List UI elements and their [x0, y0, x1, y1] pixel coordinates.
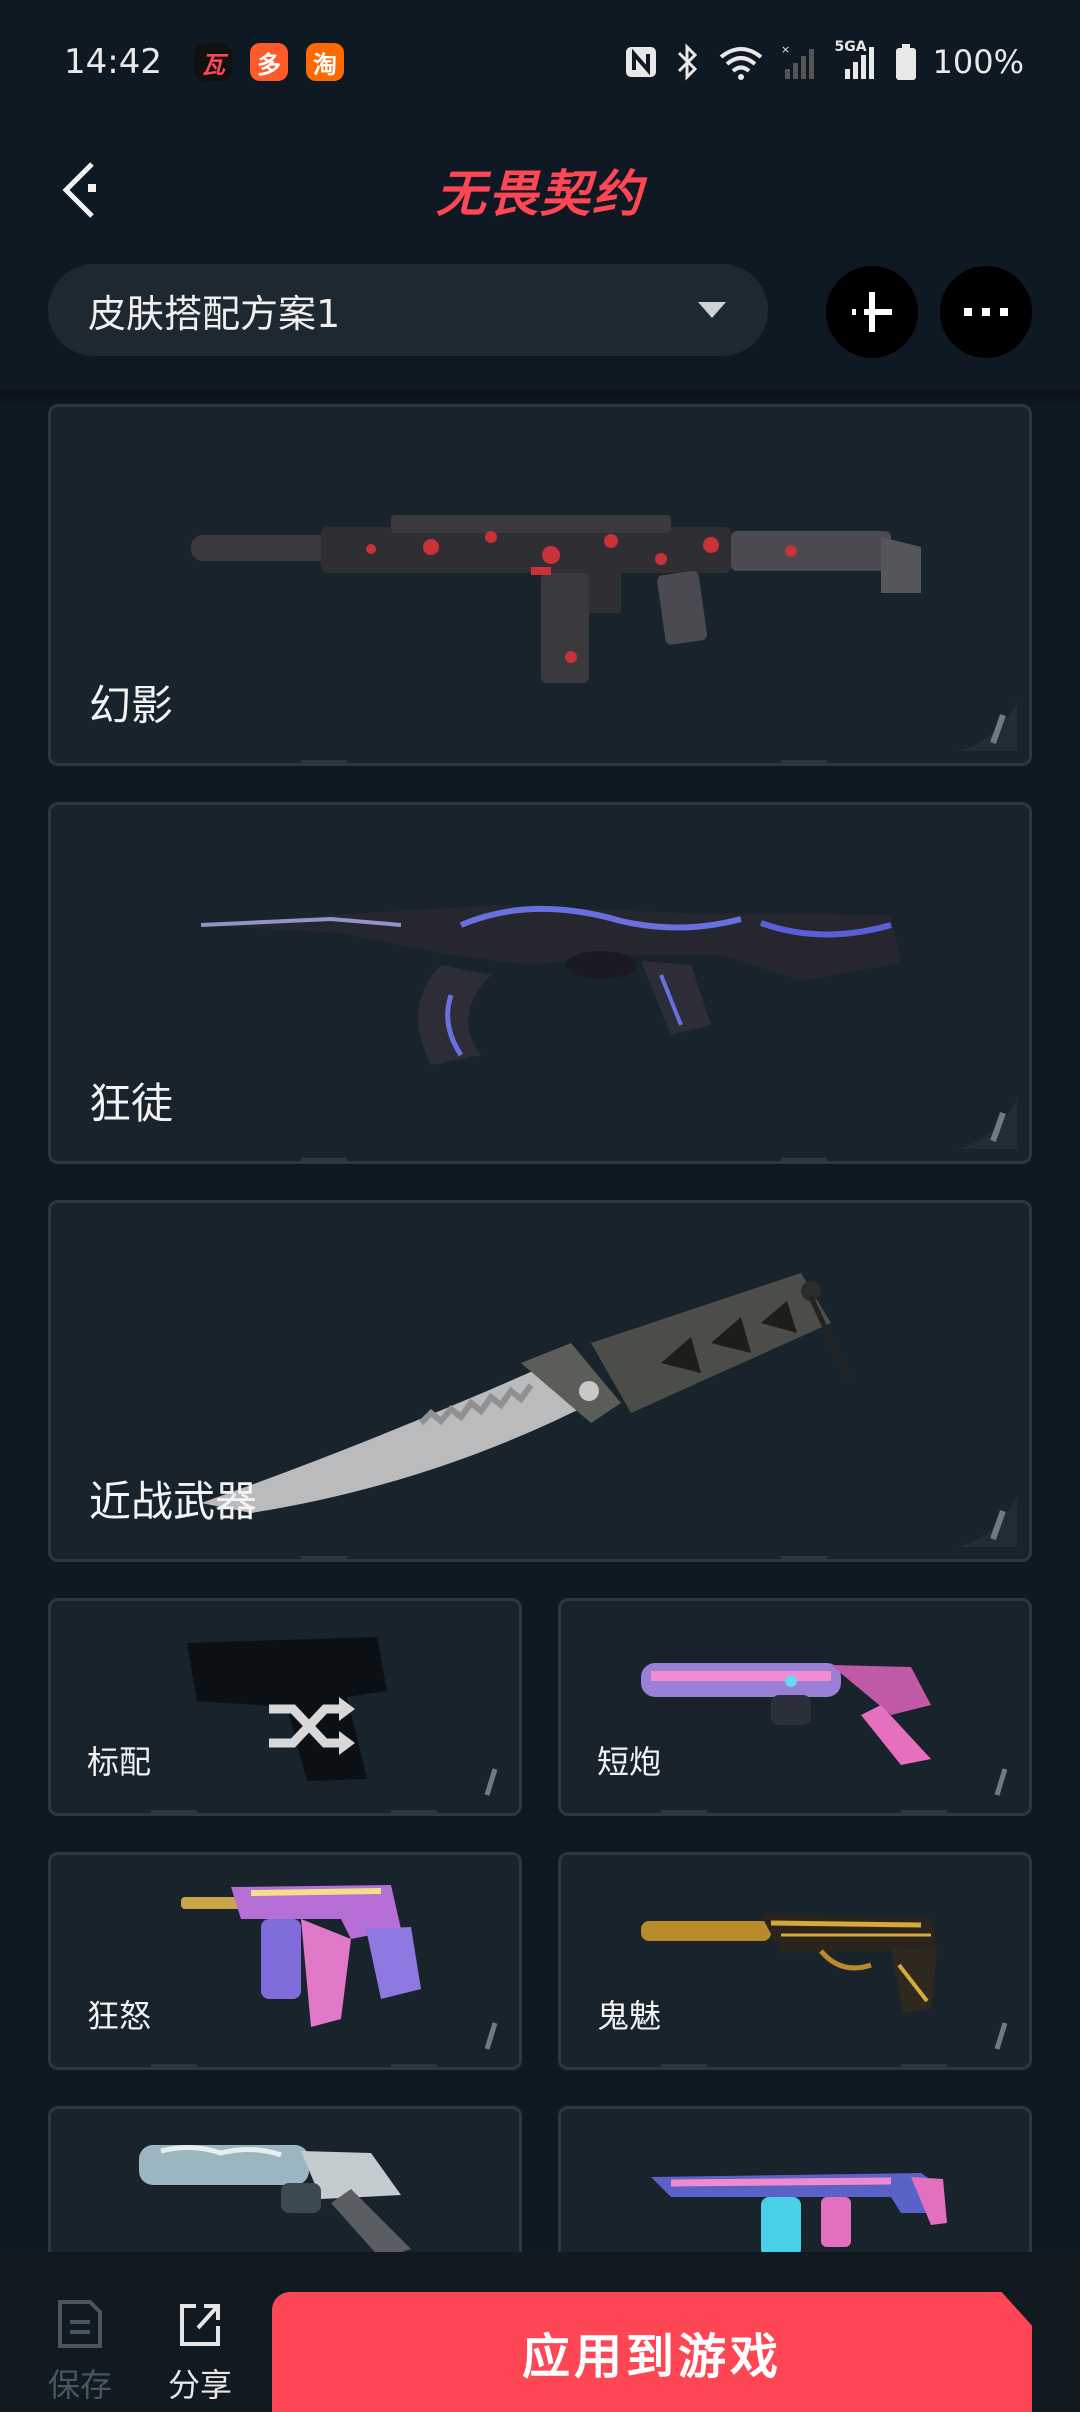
battery-level: 100% — [932, 43, 1024, 81]
knife-skin-image — [201, 1273, 854, 1513]
page-title: 无畏契约 — [436, 165, 644, 223]
weapon-card-primary[interactable]: 幻影 — [48, 404, 1032, 766]
valorant-app-icon: 瓦 — [193, 43, 232, 81]
shuffle-icon — [269, 1697, 355, 1755]
weapon-name: 标配 — [87, 1743, 152, 1781]
network-type: 5GA — [834, 39, 867, 55]
signal-sim1-icon: × — [781, 43, 819, 81]
apply-to-game-button[interactable]: 应用到游戏 — [272, 2292, 1032, 2412]
frenzy-skin-image — [181, 1885, 421, 2027]
loadout-row: 皮肤搭配方案1 — [0, 264, 1080, 364]
card-tick — [301, 1556, 347, 1559]
weapon-name: 狂怒 — [87, 1997, 152, 2035]
edit-icon[interactable] — [957, 701, 1017, 751]
save-button[interactable]: 保存 — [30, 2298, 130, 2406]
caret-down-icon — [698, 302, 726, 318]
card-tick — [781, 760, 827, 763]
card-tick — [661, 2064, 707, 2067]
stinger-skin-image — [651, 2173, 947, 2257]
card-tick — [781, 1158, 827, 1161]
edit-icon[interactable] — [467, 1761, 507, 1801]
card-tick — [151, 1810, 197, 1813]
save-icon — [58, 2300, 102, 2348]
weapon-name: 狂徒 — [89, 1079, 174, 1128]
weapon-name: 鬼魅 — [597, 1997, 662, 2035]
vandal-skin-image — [201, 905, 901, 1065]
bluetooth-icon — [675, 43, 701, 81]
card-tick — [151, 2064, 197, 2067]
more-icon — [964, 308, 1008, 316]
status-time: 14:42 — [64, 42, 162, 82]
share-icon — [180, 2304, 220, 2346]
edit-icon[interactable] — [977, 2015, 1017, 2055]
status-left: 14:42 瓦 多 淘 — [64, 42, 344, 82]
battery-icon — [895, 43, 917, 81]
card-tick — [301, 1158, 347, 1161]
weapon-card-classic[interactable]: 标配 — [48, 1598, 522, 1816]
weapon-name: 短炮 — [597, 1743, 662, 1781]
duoduo-app-icon: 多 — [249, 43, 288, 81]
weapon-card-secondary[interactable]: 狂徒 — [48, 802, 1032, 1164]
taobao-app-icon: 淘 — [305, 43, 344, 81]
card-tick — [781, 1556, 827, 1559]
loadout-select[interactable]: 皮肤搭配方案1 — [48, 264, 768, 356]
weapon-card-frenzy[interactable]: 狂怒 — [48, 1852, 522, 2070]
edit-icon[interactable] — [957, 1099, 1017, 1149]
more-options-button[interactable] — [940, 266, 1032, 358]
status-right: × 5GA 100% — [623, 39, 1024, 81]
plus-icon — [852, 292, 892, 332]
weapon-card-melee[interactable]: 近战武器 — [48, 1200, 1032, 1562]
card-tick — [301, 760, 347, 763]
weapon-name: 近战武器 — [89, 1477, 258, 1526]
share-label: 分享 — [167, 2366, 232, 2404]
bottom-bar: 保存 分享 应用到游戏 — [0, 2252, 1080, 2412]
nfc-icon — [623, 44, 659, 80]
shorty-skin-image — [641, 1663, 931, 1765]
rifle-skin-image — [191, 515, 921, 683]
edit-icon[interactable] — [977, 1761, 1017, 1801]
card-tick — [901, 1810, 947, 1813]
card-tick — [391, 1810, 437, 1813]
ghost-skin-image — [641, 1915, 937, 2013]
weapon-card-ghost[interactable]: 鬼魅 — [558, 1852, 1032, 2070]
edit-icon[interactable] — [957, 1497, 1017, 1547]
signal-sim2-icon: 5GA — [835, 39, 879, 81]
edit-icon[interactable] — [467, 2015, 507, 2055]
weapon-name: 幻影 — [89, 681, 174, 730]
share-button[interactable]: 分享 — [150, 2298, 250, 2406]
loadout-name: 皮肤搭配方案1 — [88, 291, 341, 336]
svg-text:×: × — [781, 43, 790, 56]
top-bar: 无畏契约 — [0, 124, 1080, 254]
card-tick — [391, 2064, 437, 2067]
card-tick — [901, 2064, 947, 2067]
weapon-card-shorty[interactable]: 短炮 — [558, 1598, 1032, 1816]
add-loadout-button[interactable] — [826, 266, 918, 358]
save-label: 保存 — [47, 2366, 112, 2404]
wifi-icon — [717, 43, 765, 81]
card-tick — [661, 1810, 707, 1813]
status-bar: 14:42 瓦 多 淘 × 5GA 100% — [0, 0, 1080, 124]
